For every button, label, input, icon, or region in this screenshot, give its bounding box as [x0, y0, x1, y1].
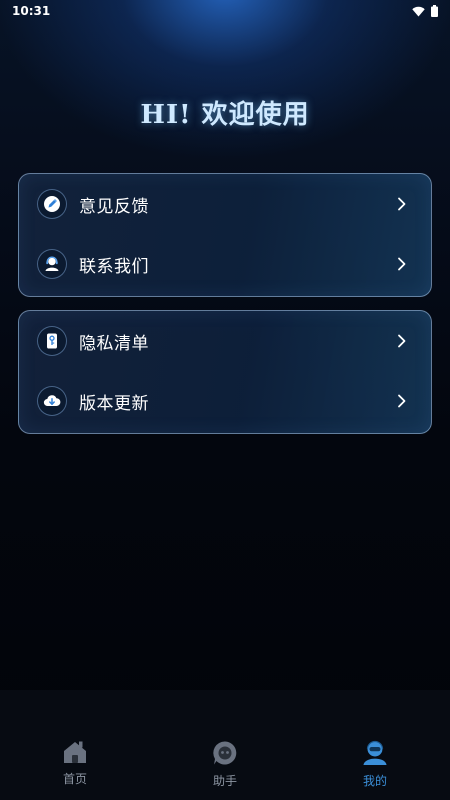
wifi-icon: [412, 6, 425, 16]
tab-mine[interactable]: 我的: [335, 740, 415, 789]
chevron-right-icon: [395, 394, 409, 408]
menu-item-contact[interactable]: 联系我们: [19, 234, 431, 294]
menu-item-label: 意见反馈: [79, 196, 149, 217]
menu-item-privacy[interactable]: 隐私清单: [19, 311, 431, 371]
menu-item-label: 隐私清单: [79, 333, 149, 354]
menu-item-label: 版本更新: [79, 393, 149, 414]
status-icons: [412, 5, 438, 17]
status-time: 10:31: [12, 4, 51, 18]
menu-card-support: 意见反馈 联系我们: [18, 173, 432, 297]
tab-mine-label: 我的: [362, 774, 387, 788]
feedback-icon: [37, 189, 67, 219]
privacy-icon: [37, 326, 67, 356]
chevron-right-icon: [395, 334, 409, 348]
screen: 10:31 HI! 欢迎使用 意见反馈 联系我们 隐私清单 版本更新 首页 助手…: [0, 0, 450, 800]
tab-assistant[interactable]: 助手: [185, 740, 265, 789]
battery-icon: [431, 5, 438, 17]
welcome-title: HI! 欢迎使用: [140, 100, 310, 130]
menu-item-feedback[interactable]: 意见反馈: [19, 174, 431, 234]
tab-home-label: 首页: [62, 772, 87, 786]
update-icon: [37, 386, 67, 416]
tab-home[interactable]: 首页: [35, 740, 115, 787]
profile-icon: [363, 740, 387, 765]
assistant-icon: [213, 741, 237, 765]
menu-card-app: 隐私清单 版本更新: [18, 310, 432, 434]
bottom-tab-bar: 首页 助手 我的: [0, 690, 450, 800]
menu-item-update[interactable]: 版本更新: [19, 371, 431, 431]
home-icon: [64, 741, 86, 763]
contact-icon: [37, 249, 67, 279]
tab-assistant-label: 助手: [212, 774, 237, 788]
chevron-right-icon: [395, 197, 409, 211]
menu-item-label: 联系我们: [79, 256, 149, 277]
status-bar: 10:31: [0, 0, 450, 22]
chevron-right-icon: [395, 257, 409, 271]
